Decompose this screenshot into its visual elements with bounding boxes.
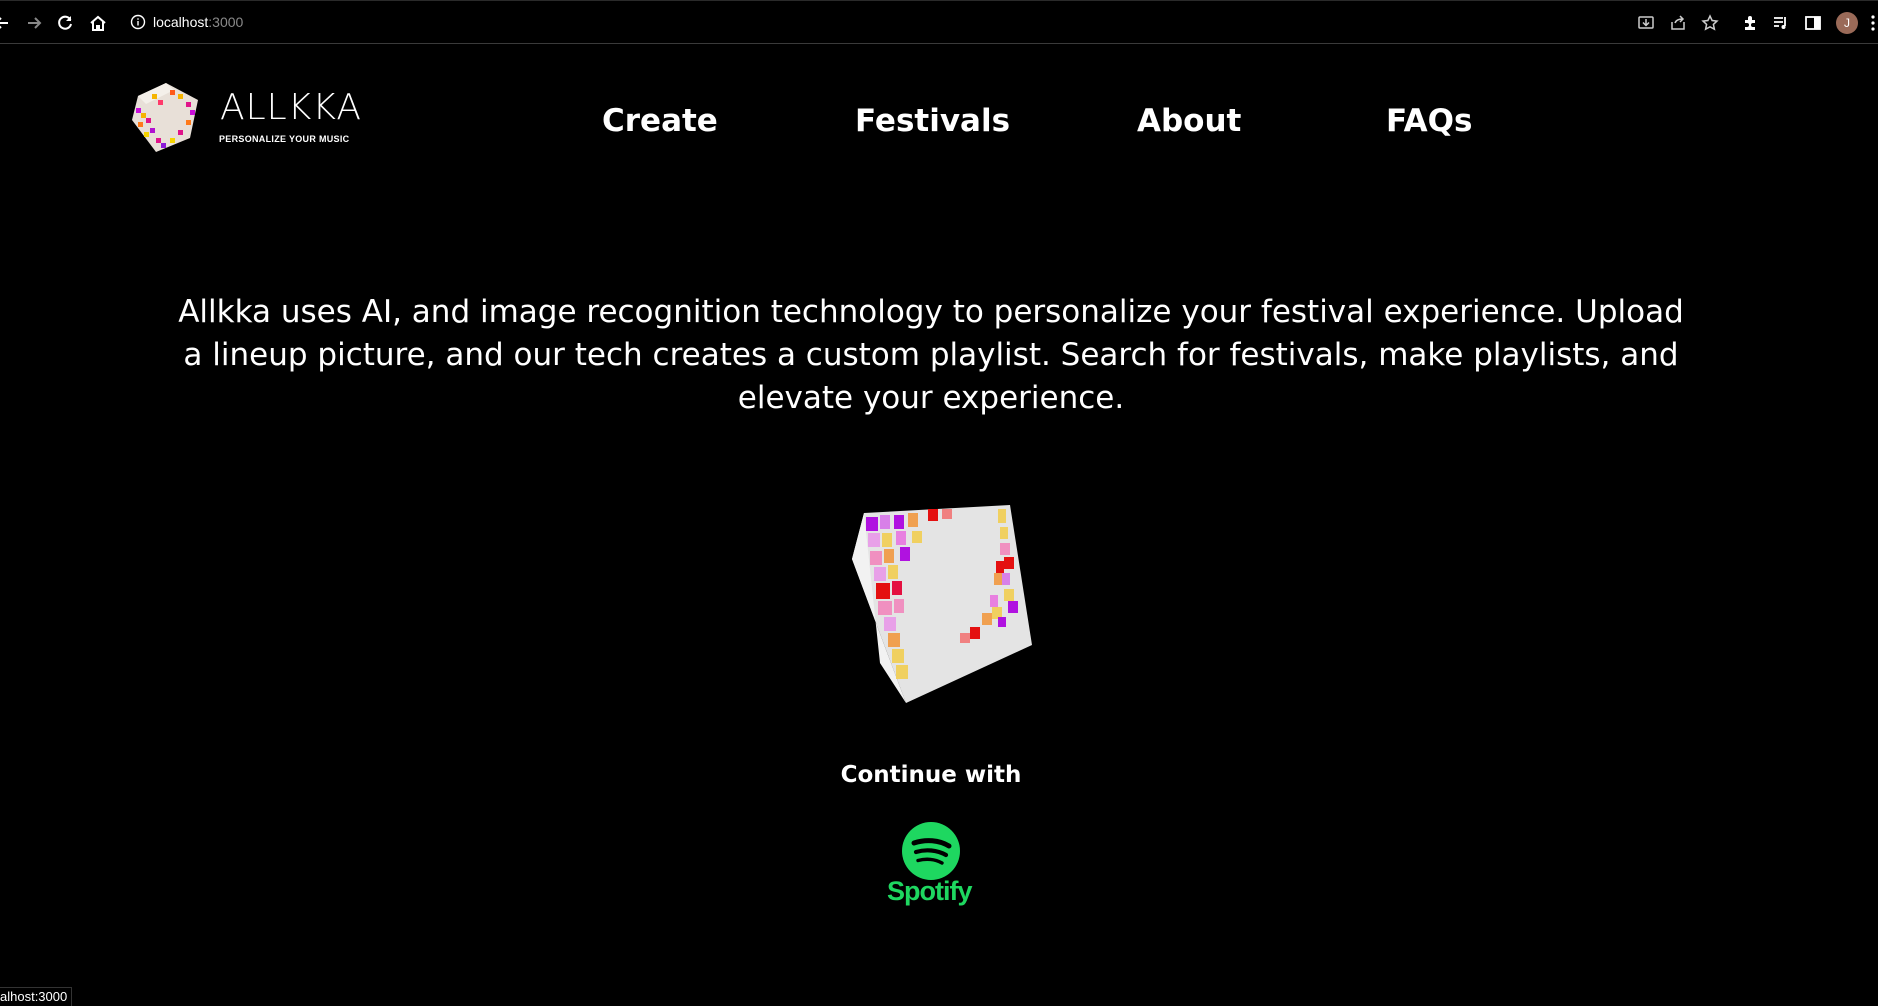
share-icon[interactable] bbox=[1668, 13, 1688, 33]
media-controls-icon[interactable] bbox=[1771, 13, 1791, 33]
logo-subtitle: PERSONALIZE YOUR MUSIC bbox=[219, 134, 350, 144]
reload-icon[interactable] bbox=[55, 13, 75, 33]
forward-icon[interactable] bbox=[24, 13, 44, 33]
nav-about[interactable]: About bbox=[1137, 103, 1241, 139]
site-info-icon[interactable] bbox=[130, 14, 146, 30]
profile-avatar[interactable]: J bbox=[1836, 12, 1858, 34]
browser-menu-icon[interactable] bbox=[1870, 13, 1878, 33]
logo-title: ALLKKA bbox=[220, 87, 362, 128]
hero-description: Allkka uses AI, and image recognition te… bbox=[178, 294, 1684, 416]
spotify-wordmark: Spotify bbox=[887, 876, 972, 906]
spotify-login-button[interactable]: Spotify bbox=[883, 822, 979, 912]
browser-toolbar: localhost:3000 J bbox=[0, 0, 1878, 44]
install-app-icon[interactable] bbox=[1636, 13, 1656, 33]
url-port: :3000 bbox=[208, 14, 244, 30]
nav-faqs[interactable]: FAQs bbox=[1386, 103, 1472, 139]
allkka-cube-logo-icon bbox=[132, 83, 198, 152]
browser-status-url: alhost:3000 bbox=[0, 987, 73, 1006]
side-panel-icon[interactable] bbox=[1803, 13, 1823, 33]
home-icon[interactable] bbox=[88, 13, 108, 33]
continue-with-label: Continue with bbox=[840, 762, 1022, 788]
spotify-icon bbox=[902, 822, 960, 880]
bookmark-star-icon[interactable] bbox=[1700, 13, 1720, 33]
nav-create[interactable]: Create bbox=[602, 103, 718, 139]
url-host: localhost bbox=[153, 14, 209, 30]
rotating-cube-graphic bbox=[850, 503, 1036, 703]
extensions-icon[interactable] bbox=[1740, 13, 1760, 33]
address-bar[interactable]: localhost:3000 bbox=[153, 14, 243, 30]
nav-festivals[interactable]: Festivals bbox=[855, 103, 1010, 139]
site-logo[interactable]: ALLKKA PERSONALIZE YOUR MUSIC bbox=[128, 80, 361, 156]
back-icon[interactable] bbox=[0, 13, 12, 33]
